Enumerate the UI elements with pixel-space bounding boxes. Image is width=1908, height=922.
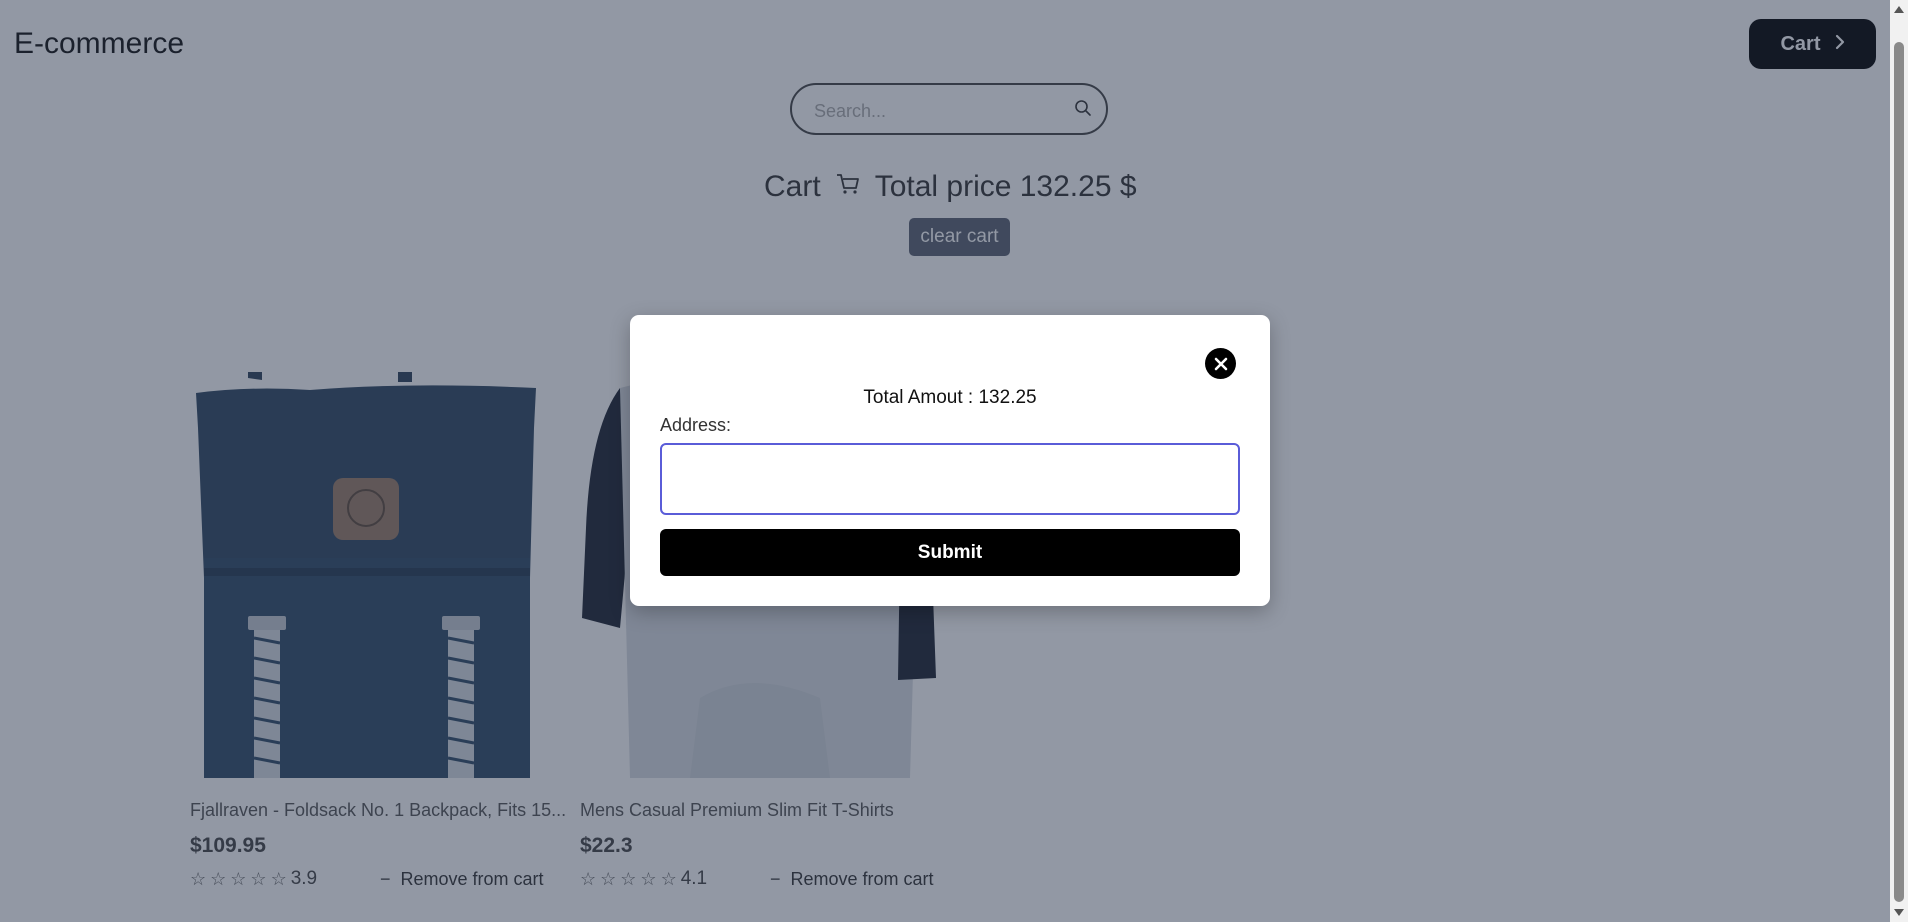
modal-total-amount: Total Amout : 132.25	[863, 387, 1037, 408]
address-label: Address:	[660, 415, 732, 435]
submit-button[interactable]: Submit	[660, 529, 1240, 576]
close-icon[interactable]	[1205, 348, 1236, 379]
scrollbar-thumb[interactable]	[1894, 42, 1904, 902]
checkout-modal: Total Amout : 132.25 Address: Submit	[630, 315, 1270, 606]
scrollbar[interactable]	[1890, 0, 1908, 922]
scroll-up-arrow-icon[interactable]	[1894, 6, 1904, 13]
scroll-down-arrow-icon[interactable]	[1894, 909, 1904, 916]
page: E-commerce Cart Cart Total price 132.25 …	[0, 0, 1890, 922]
address-field[interactable]	[660, 443, 1240, 515]
